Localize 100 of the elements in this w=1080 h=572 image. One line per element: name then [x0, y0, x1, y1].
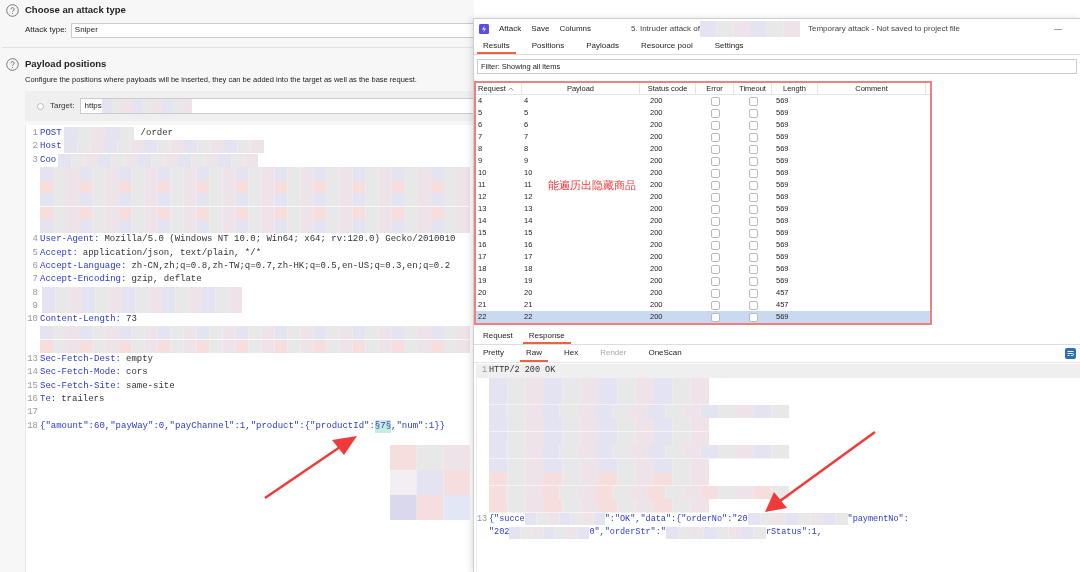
help-icon[interactable] [6, 57, 19, 71]
window-title: Temporary attack - Not saved to project file [808, 23, 961, 35]
line-number: 18 [26, 419, 39, 433]
checkbox[interactable] [748, 312, 758, 322]
code-text: {"amount":60,"payWay":0,"payChannel":1,"product":{"productId": [40, 419, 375, 433]
line-number: 7 [31, 273, 39, 287]
checkbox[interactable] [748, 180, 758, 190]
line-number: 3 [31, 153, 39, 167]
help-icon[interactable] [6, 4, 19, 17]
checkbox[interactable] [710, 108, 720, 118]
checkbox[interactable] [748, 300, 758, 310]
code-text: {"succe [489, 512, 525, 526]
checkbox[interactable] [748, 228, 758, 238]
menu-item[interactable]: Columns [559, 23, 592, 35]
checkbox[interactable] [748, 204, 758, 214]
line-number: 9 [31, 299, 39, 313]
checkbox[interactable] [748, 96, 758, 106]
header-name: Host [40, 140, 62, 154]
line-number: 13 [477, 512, 489, 526]
checkbox[interactable] [710, 192, 720, 202]
code-text: ,"num":1}} [391, 419, 446, 433]
checkbox[interactable] [710, 252, 720, 262]
minimize-button[interactable]: — [1054, 23, 1062, 35]
line-number: 15 [26, 379, 39, 393]
header-value: zh-CN,zh;q=0.8,zh-TW;q=0.7,zh-HK;q=0.5,en-US;q=0.3,en;q=0.2 [131, 259, 451, 273]
header-value: Mozilla/5.0 (Windows NT 10.0; Win64; x64; rv:120.0) Gecko/2010010 [104, 233, 456, 247]
menu-item[interactable]: Save [531, 23, 550, 35]
checkbox[interactable] [710, 120, 720, 130]
checkbox[interactable] [748, 156, 758, 166]
wrap-lines-icon[interactable] [1065, 348, 1076, 359]
response-editor[interactable]: 1 HTTP/2 200 OK 13 {"succe ":"OK","data":{"orderNo":"20 "paymentNo": "202 0","orderStr":" rStatus":1, [476, 363, 1080, 572]
code-text: "202 [489, 526, 510, 539]
line-number: 4 [31, 233, 39, 247]
checkbox[interactable] [710, 312, 720, 322]
checkbox[interactable] [710, 300, 720, 310]
checkbox[interactable] [710, 96, 720, 106]
tab[interactable]: Positions [525, 39, 571, 54]
line-number: 1 [31, 127, 39, 140]
line-number: 8 [31, 286, 39, 300]
tab[interactable]: Response [522, 329, 571, 344]
tab[interactable]: Request [477, 329, 519, 344]
app-logo-icon [479, 24, 489, 34]
header-name: POST [40, 127, 62, 140]
attack-type-select[interactable]: Sniper [70, 22, 474, 38]
request-editor[interactable] [25, 125, 474, 572]
tab[interactable]: Settings [708, 39, 750, 54]
tab[interactable]: Raw [519, 345, 548, 362]
checkbox[interactable] [748, 120, 758, 130]
section-title: Payload positions [25, 56, 107, 71]
header-name: Accept: [40, 246, 78, 260]
checkbox[interactable] [748, 144, 758, 154]
code-text: HTTP/2 200 OK [489, 364, 556, 377]
checkbox[interactable] [710, 216, 720, 226]
code-text: ":"OK","data":{"orderNo":"20 [604, 512, 748, 526]
checkbox[interactable] [710, 144, 720, 154]
line-number: 16 [26, 392, 39, 406]
checkbox[interactable] [748, 288, 758, 298]
header-value: application/json, text/plain, */* [82, 246, 262, 260]
payload-marker: §7§ [374, 419, 392, 433]
checkbox[interactable] [710, 156, 720, 166]
tab[interactable]: Pretty [477, 345, 510, 362]
window-title: 5. Intruder attack of [631, 23, 700, 35]
tab[interactable]: Resource pool [635, 39, 699, 54]
checkbox[interactable] [710, 288, 720, 298]
checkbox[interactable] [710, 132, 720, 142]
line-number: 6 [31, 259, 39, 273]
checkbox[interactable] [748, 216, 758, 226]
checkbox[interactable] [748, 264, 758, 274]
checkbox[interactable] [748, 132, 758, 142]
checkbox[interactable] [710, 204, 720, 214]
checkbox[interactable] [710, 276, 720, 286]
target-field[interactable]: https [80, 98, 474, 114]
checkbox[interactable] [710, 168, 720, 178]
checkbox[interactable] [710, 180, 720, 190]
tab[interactable]: Results [477, 39, 516, 54]
checkbox[interactable] [710, 264, 720, 274]
line-number: 5 [31, 246, 39, 260]
tab[interactable]: Payloads [580, 39, 626, 54]
header-name: User-Agent: [40, 233, 100, 247]
header-name: Accept-Encoding: [40, 273, 127, 287]
header-name: Accept-Language: [40, 259, 127, 273]
header-name: Sec-Fetch-Mode: [40, 366, 121, 380]
radio-icon[interactable] [37, 102, 44, 110]
checkbox[interactable] [748, 252, 758, 262]
line-number: 10 [26, 313, 39, 327]
header-value: gzip, deflate [131, 273, 202, 287]
checkbox[interactable] [748, 276, 758, 286]
annotation-text: 能遍历出隐藏商品 [548, 179, 636, 191]
header-value: trailers [61, 392, 105, 406]
checkbox[interactable] [748, 192, 758, 202]
checkbox[interactable] [748, 240, 758, 250]
checkbox[interactable] [748, 108, 758, 118]
tab[interactable]: OneScan [642, 345, 688, 362]
line-number: 13 [26, 353, 39, 367]
checkbox[interactable] [748, 168, 758, 178]
checkbox[interactable] [710, 240, 720, 250]
checkbox[interactable] [710, 228, 720, 238]
field-label: Target: [50, 100, 75, 112]
menu-item[interactable]: Attack [499, 23, 522, 35]
tab[interactable]: Hex [557, 345, 585, 362]
